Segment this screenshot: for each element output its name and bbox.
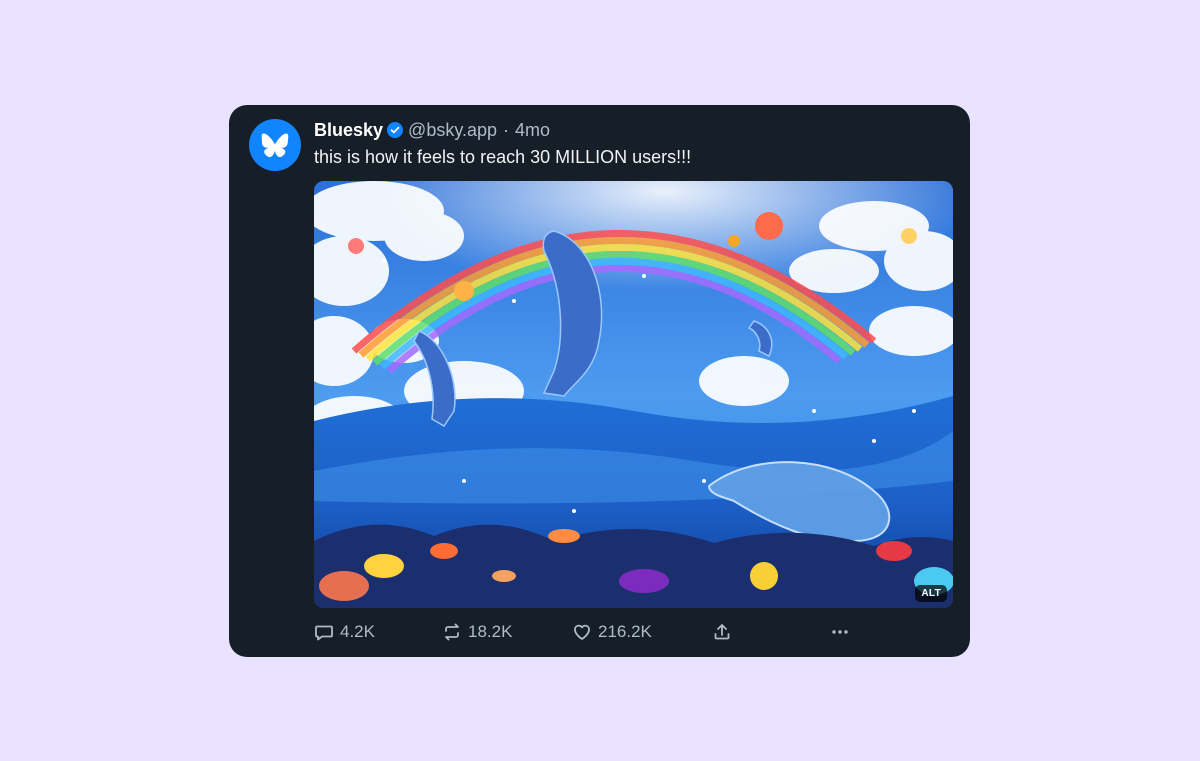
verified-badge-icon [387, 122, 404, 138]
butterfly-icon [261, 133, 289, 158]
repost-count: 18.2K [468, 622, 513, 641]
like-count: 216.2K [598, 622, 652, 641]
post-image[interactable]: ALT [314, 181, 953, 608]
more-icon [832, 630, 848, 634]
share-icon [714, 624, 730, 640]
post-card[interactable]: Bluesky @bsky.app · 4mo this is how it f… [229, 105, 970, 657]
more-options-button[interactable] [830, 620, 850, 644]
alt-text-badge[interactable]: ALT [915, 585, 947, 602]
author-name[interactable]: Bluesky [314, 120, 383, 141]
author-handle[interactable]: @bsky.app [408, 120, 497, 141]
repost-icon [445, 623, 459, 641]
reply-icon [315, 625, 333, 641]
post-text: this is how it feels to reach 30 MILLION… [314, 147, 692, 167]
reply-count: 4.2K [340, 622, 375, 641]
repost-button[interactable]: 18.2K [442, 620, 512, 644]
post-timestamp[interactable]: 4mo [515, 120, 550, 141]
dolphin-rainbow-artwork [314, 181, 953, 608]
reply-button[interactable]: 4.2K [314, 620, 375, 644]
share-button[interactable] [712, 620, 732, 644]
post-actions: 4.2K 18.2K 216.2K [314, 620, 854, 644]
avatar[interactable] [249, 119, 301, 171]
separator-dot: · [503, 119, 510, 140]
post-header: Bluesky @bsky.app · 4mo [314, 118, 550, 142]
heart-icon [574, 624, 590, 640]
like-button[interactable]: 216.2K [572, 620, 652, 644]
